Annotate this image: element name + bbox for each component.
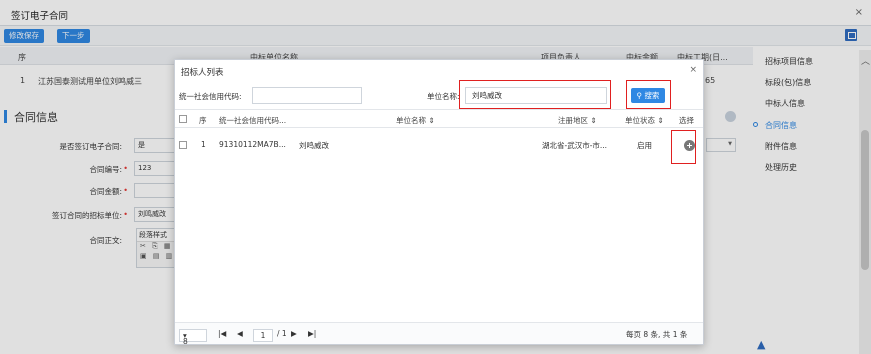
last-page-icon[interactable]: ▶| (308, 329, 316, 338)
search-bar: 统一社会信用代码: 单位名称: 刘鸣威改 ⚲ 搜索 (175, 80, 703, 110)
table-row[interactable]: 1 91310112MA7B... 刘鸣威改 湖北省-武汉市-市... 启用 (175, 130, 703, 164)
col-seq: 序 (199, 116, 207, 125)
credit-code-input[interactable] (252, 87, 362, 104)
row-checkbox[interactable] (179, 141, 187, 149)
total-pages: / 1 (277, 329, 287, 338)
dialog-title: 招标人列表 (181, 68, 224, 78)
dialog-close-icon[interactable]: × (689, 65, 697, 75)
row-credit: 91310112MA7B... (219, 140, 286, 149)
page-size-select[interactable]: 8 ▾ (179, 329, 207, 346)
col-unit[interactable]: 单位名称 ⇕ (396, 115, 435, 126)
page-summary: 每页 8 条, 共 1 条 (626, 330, 688, 339)
col-select: 选择 (679, 116, 694, 125)
contract-window: 签订电子合同 × 修改保存 下一步 序 中标单位名称 项目负责人 中标金额 中标… (0, 0, 871, 354)
row-status: 启用 (637, 141, 652, 150)
col-status[interactable]: 单位状态 ⇕ (625, 115, 664, 126)
credit-code-label: 统一社会信用代码: (179, 92, 242, 101)
highlight-box (671, 130, 696, 164)
row-unit: 刘鸣威改 (299, 141, 329, 150)
select-all-checkbox[interactable] (179, 115, 187, 123)
highlight-box (626, 80, 671, 109)
col-credit[interactable]: 统一社会信用代码... (219, 115, 286, 126)
highlight-box (459, 80, 611, 109)
pagination: 8 ▾ |◀ ◀ 1 / 1 ▶ ▶| 每页 8 条, 共 1 条 (175, 322, 703, 346)
unit-name-label: 单位名称: (427, 92, 460, 101)
next-page-icon[interactable]: ▶ (291, 329, 297, 338)
tenderer-list-dialog: 招标人列表 × 统一社会信用代码: 单位名称: 刘鸣威改 ⚲ 搜索 序 统一社会… (174, 59, 704, 346)
page-size-value: 8 (183, 337, 188, 346)
grid-header: 序 统一社会信用代码... 单位名称 ⇕ 注册地区 ⇕ 单位状态 ⇕ 选择 (175, 110, 703, 128)
first-page-icon[interactable]: |◀ (218, 329, 226, 338)
col-region[interactable]: 注册地区 ⇕ (558, 115, 597, 126)
row-region: 湖北省-武汉市-市... (542, 141, 608, 150)
prev-page-icon[interactable]: ◀ (237, 329, 243, 338)
row-seq: 1 (201, 140, 206, 149)
page-input[interactable]: 1 (253, 329, 273, 342)
